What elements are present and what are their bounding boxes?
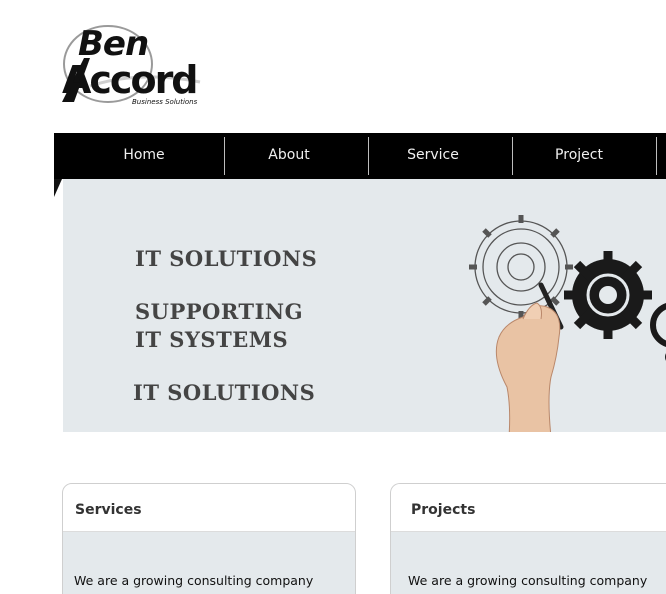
main-nav: Home About Service Project [54,133,666,179]
projects-card: Projects We are a growing consulting com… [390,483,666,594]
hero-heading: IT SOLUTIONS [135,246,318,271]
card-title: Services [63,484,355,532]
nav-item-home[interactable]: Home [72,133,216,179]
outline-gear-icon [469,215,573,319]
logo-word-accord: Accord [62,58,199,102]
hand-with-pen-icon [495,282,564,432]
card-title: Projects [391,484,666,532]
nav-divider [656,137,657,175]
hero-banner: IT SOLUTIONS SUPPORTING IT SYSTEMS IT SO… [63,179,666,432]
nav-item-about[interactable]: About [225,133,353,179]
nav-ribbon-fold [54,179,62,197]
nav-item-service[interactable]: Service [369,133,497,179]
nav-item-project[interactable]: Project [513,133,645,179]
logo-tagline: Business Solutions [132,98,198,106]
card-text: We are a growing consulting company [408,573,648,588]
logo[interactable]: Ben Accord Business Solutions [60,24,210,110]
hero-heading: IT SOLUTIONS [133,380,316,405]
black-gear-icon [564,251,652,339]
gears-and-hand-illustration [469,215,666,432]
services-card: Services We are a growing consulting com… [62,483,356,594]
hero-heading: SUPPORTING [135,299,304,324]
card-text: We are a growing consulting company [74,573,314,588]
hero-heading: IT SYSTEMS [135,327,289,352]
